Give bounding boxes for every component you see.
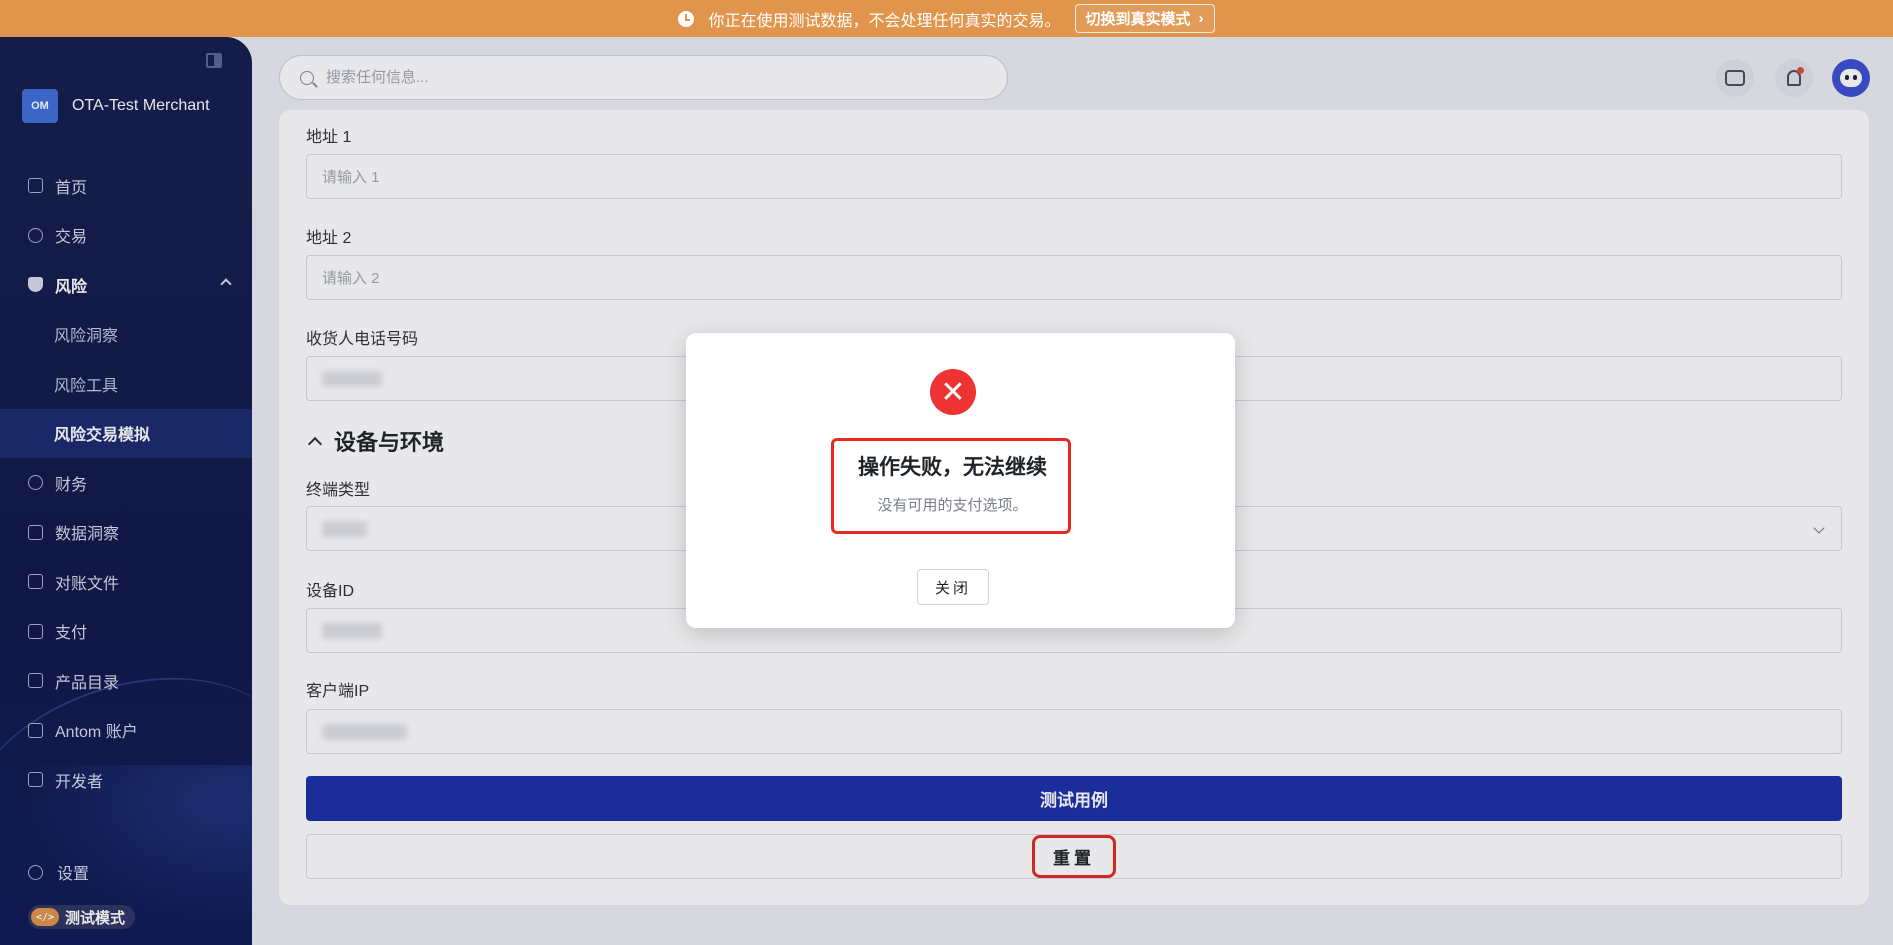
switch-to-live-button[interactable]: 切换到真实模式 ›	[1074, 4, 1215, 33]
banner-message: 你正在使用测试数据，不会处理任何真实的交易。	[708, 12, 1061, 30]
chevron-right-icon: ›	[1198, 10, 1204, 27]
error-dialog: ✕ 操作失败，无法继续 没有可用的支付选项。 关闭	[686, 333, 1235, 628]
close-button[interactable]: 关闭	[917, 569, 989, 605]
error-icon: ✕	[930, 369, 976, 415]
clock-icon	[678, 10, 695, 27]
dialog-description: 没有可用的支付选项。	[877, 497, 1028, 514]
dialog-title: 操作失败，无法继续	[858, 456, 1047, 479]
test-data-banner: 你正在使用测试数据，不会处理任何真实的交易。 切换到真实模式 ›	[0, 0, 1893, 37]
switch-label: 切换到真实模式	[1085, 11, 1191, 28]
